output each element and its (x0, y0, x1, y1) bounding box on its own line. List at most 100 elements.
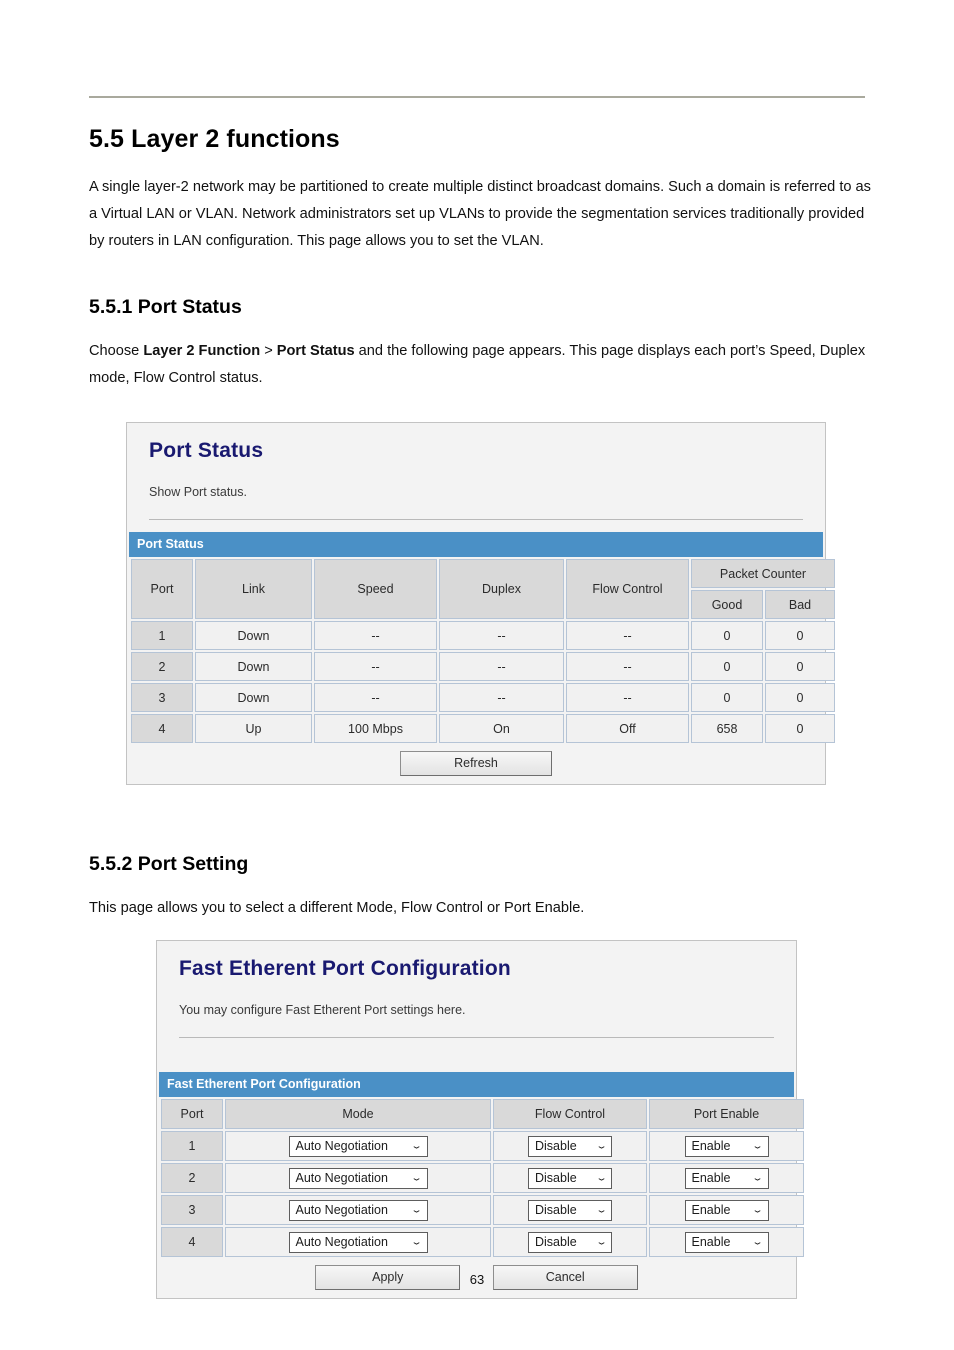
cell-good: 658 (691, 714, 763, 743)
port-enable-select[interactable]: Enable ⌄ (684, 1231, 769, 1253)
cell-bad: 0 (765, 621, 836, 650)
subsection-heading-5-5-1: 5.5.1 Port Status (89, 296, 242, 318)
cell-mode: Auto Negotiation ⌄ (225, 1227, 491, 1257)
chevron-down-icon: ⌄ (751, 1172, 765, 1183)
header-mode: Mode (225, 1099, 491, 1129)
table-header-row-1: Port Link Speed Duplex Flow Control Pack… (131, 559, 836, 619)
cell-duplex: On (439, 714, 564, 743)
cell-flow-control: -- (566, 652, 689, 681)
cell-good: 0 (691, 652, 763, 681)
cell-port-enable: Enable ⌄ (649, 1195, 804, 1225)
cell-port: 2 (131, 652, 193, 681)
cell-port: 3 (131, 683, 193, 712)
intro-separator: > (260, 343, 277, 359)
flow-control-select[interactable]: Disable ⌄ (528, 1135, 612, 1157)
cell-link: Down (195, 652, 312, 681)
cell-speed: -- (314, 652, 437, 681)
cell-port: 3 (161, 1195, 223, 1225)
table-row: 2 Down -- -- -- 0 0 (131, 652, 836, 681)
cell-port: 1 (131, 621, 193, 650)
cell-good: 0 (691, 683, 763, 712)
intro-prefix: Choose (89, 343, 144, 359)
section-paragraph-5-5: A single layer-2 network may be partitio… (89, 179, 871, 249)
mode-select-value: Auto Negotiation (295, 1202, 388, 1217)
flow-control-select-value: Disable (535, 1234, 577, 1249)
header-port: Port (161, 1099, 223, 1129)
intro-bold-layer2: Layer 2 Function (143, 343, 261, 359)
refresh-button[interactable]: Refresh (400, 751, 552, 776)
flow-control-select[interactable]: Disable ⌄ (528, 1231, 612, 1253)
port-status-screenshot-panel: Port Status Show Port status. Port Statu… (126, 422, 836, 785)
intro-bold-portstatus: Port Status (276, 343, 355, 359)
chevron-down-icon: ⌄ (751, 1204, 765, 1215)
port-status-table-wrap: Port Link Speed Duplex Flow Control Pack… (127, 557, 836, 745)
header-speed: Speed (314, 559, 437, 619)
cell-bad: 0 (765, 652, 836, 681)
page-number: 63 (469, 1272, 485, 1287)
flow-control-select-value: Disable (535, 1138, 577, 1153)
port-enable-select-value: Enable (691, 1234, 731, 1249)
port-setting-panel-title: Fast Etherent Port Configuration (179, 957, 511, 980)
cell-speed: 100 Mbps (314, 714, 437, 743)
cell-link: Up (195, 714, 312, 743)
mode-select[interactable]: Auto Negotiation ⌄ (288, 1167, 428, 1189)
table-row: 2 Auto Negotiation ⌄ Disable ⌄ Enable ⌄ (161, 1163, 804, 1193)
mode-select[interactable]: Auto Negotiation ⌄ (288, 1231, 428, 1253)
cell-flow-control: Disable ⌄ (493, 1163, 647, 1193)
chevron-down-icon: ⌄ (410, 1172, 424, 1183)
table-row: 1 Down -- -- -- 0 0 (131, 621, 836, 650)
port-status-table: Port Link Speed Duplex Flow Control Pack… (129, 557, 837, 745)
port-setting-table: Port Mode Flow Control Port Enable 1 Aut… (159, 1097, 806, 1259)
cell-flow-control: Off (566, 714, 689, 743)
table-row: 4 Up 100 Mbps On Off 658 0 (131, 714, 836, 743)
cell-speed: -- (314, 621, 437, 650)
chevron-down-icon: ⌄ (595, 1140, 608, 1151)
spacer (157, 1038, 796, 1072)
port-enable-select[interactable]: Enable ⌄ (684, 1167, 769, 1189)
mode-select[interactable]: Auto Negotiation ⌄ (288, 1199, 428, 1221)
mode-select[interactable]: Auto Negotiation ⌄ (288, 1135, 428, 1157)
cell-port-enable: Enable ⌄ (649, 1131, 804, 1161)
mode-select-value: Auto Negotiation (295, 1170, 388, 1185)
header-port: Port (131, 559, 193, 619)
spacer (127, 520, 825, 532)
header-flow-control: Flow Control (493, 1099, 647, 1129)
port-setting-panel-description: You may configure Fast Etherent Port set… (179, 1003, 466, 1017)
chevron-down-icon: ⌄ (410, 1204, 424, 1215)
cell-port: 2 (161, 1163, 223, 1193)
chevron-down-icon: ⌄ (751, 1140, 765, 1151)
flow-control-select[interactable]: Disable ⌄ (528, 1199, 612, 1221)
cell-mode: Auto Negotiation ⌄ (225, 1195, 491, 1225)
mode-select-value: Auto Negotiation (295, 1138, 388, 1153)
mode-select-value: Auto Negotiation (295, 1234, 388, 1249)
port-enable-select[interactable]: Enable ⌄ (684, 1135, 769, 1157)
cell-duplex: -- (439, 621, 564, 650)
port-setting-section-bar: Fast Etherent Port Configuration (159, 1072, 794, 1097)
chevron-down-icon: ⌄ (595, 1172, 608, 1183)
document-page: 5.5 Layer 2 functions A single layer-2 n… (0, 0, 954, 1350)
cell-mode: Auto Negotiation ⌄ (225, 1131, 491, 1161)
port-enable-select[interactable]: Enable ⌄ (684, 1199, 769, 1221)
cell-mode: Auto Negotiation ⌄ (225, 1163, 491, 1193)
port-status-section-bar: Port Status (129, 532, 823, 557)
cell-flow-control: -- (566, 621, 689, 650)
port-status-panel-description: Show Port status. (149, 485, 247, 499)
header-rule (89, 96, 865, 98)
cell-flow-control: Disable ⌄ (493, 1227, 647, 1257)
port-status-panel-header: Port Status Show Port status. (127, 423, 825, 519)
subsection-intro-5-5-2: This page allows you to select a differe… (89, 900, 585, 916)
subsection-heading-5-5-2: 5.5.2 Port Setting (89, 853, 249, 875)
cell-flow-control: -- (566, 683, 689, 712)
header-duplex: Duplex (439, 559, 564, 619)
cell-port: 4 (131, 714, 193, 743)
cell-link: Down (195, 683, 312, 712)
table-row: 1 Auto Negotiation ⌄ Disable ⌄ Enable ⌄ (161, 1131, 804, 1161)
page-content: 5.5 Layer 2 functions A single layer-2 n… (89, 125, 879, 1299)
subsection-intro-5-5-1: Choose Layer 2 Function > Port Status an… (89, 338, 879, 392)
cell-speed: -- (314, 683, 437, 712)
flow-control-select[interactable]: Disable ⌄ (528, 1167, 612, 1189)
